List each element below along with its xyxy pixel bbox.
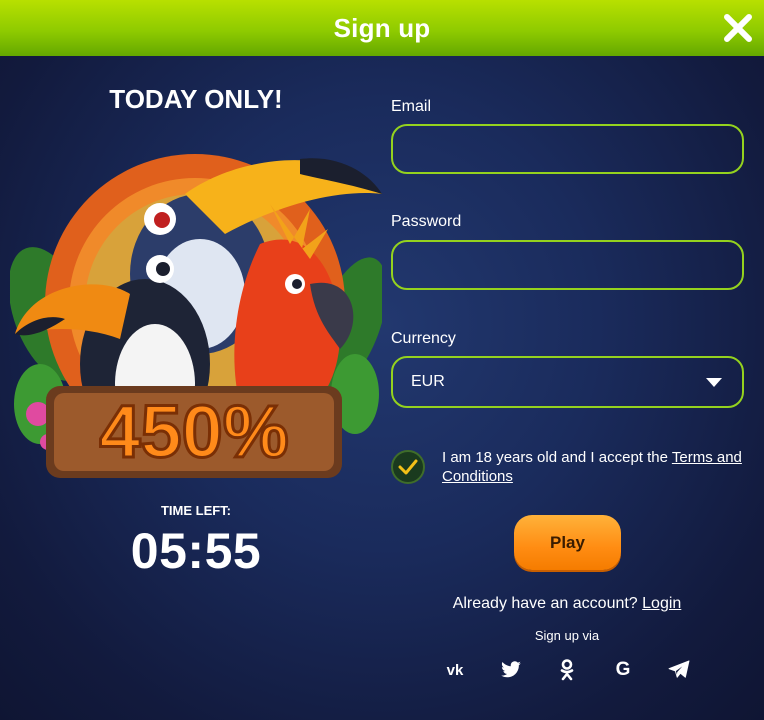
play-button[interactable]: Play bbox=[514, 515, 621, 570]
twitter-button[interactable] bbox=[498, 658, 524, 682]
email-label: Email bbox=[391, 98, 432, 115]
terms-prefix: I am 18 years old and I accept the bbox=[442, 449, 672, 466]
terms-text: I am 18 years old and I accept the Terms… bbox=[442, 448, 742, 486]
signup-via-label: Sign up via bbox=[534, 628, 600, 643]
chevron-down-icon bbox=[706, 378, 722, 387]
close-button[interactable] bbox=[722, 12, 754, 44]
telegram-icon bbox=[668, 660, 690, 678]
bonus-sign: 450% bbox=[46, 386, 342, 478]
promo-artwork: 450% bbox=[8, 134, 387, 484]
currency-value: EUR bbox=[411, 373, 445, 390]
currency-select[interactable]: EUR bbox=[391, 356, 744, 408]
terms-checkbox[interactable] bbox=[391, 450, 425, 484]
check-icon bbox=[398, 459, 418, 475]
bonus-percent: 450% bbox=[99, 390, 288, 473]
close-icon bbox=[724, 14, 752, 42]
odnoklassniki-button[interactable] bbox=[554, 658, 580, 682]
modal-header: Sign up bbox=[0, 0, 764, 56]
password-label: Password bbox=[391, 213, 462, 230]
promo-headline: TODAY ONLY! bbox=[109, 84, 283, 114]
google-button[interactable]: G bbox=[610, 658, 636, 682]
modal-title: Sign up bbox=[333, 12, 431, 43]
odnoklassniki-icon bbox=[560, 659, 574, 681]
login-link[interactable]: Login bbox=[642, 595, 681, 612]
timer-value: 05:55 bbox=[130, 523, 262, 579]
vk-button[interactable]: vk bbox=[442, 658, 468, 682]
social-login-row: vk G bbox=[440, 658, 700, 682]
timer-label: TIME LEFT: bbox=[160, 503, 232, 518]
telegram-button[interactable] bbox=[666, 658, 692, 682]
password-field[interactable] bbox=[391, 240, 744, 290]
have-account-text: Already have an account? Login bbox=[392, 595, 742, 613]
email-field[interactable] bbox=[391, 124, 744, 174]
google-icon: G bbox=[615, 659, 631, 680]
have-account-prefix: Already have an account? bbox=[452, 595, 643, 612]
currency-label: Currency bbox=[391, 330, 456, 347]
twitter-icon bbox=[501, 661, 521, 678]
vk-icon: vk bbox=[446, 661, 464, 679]
